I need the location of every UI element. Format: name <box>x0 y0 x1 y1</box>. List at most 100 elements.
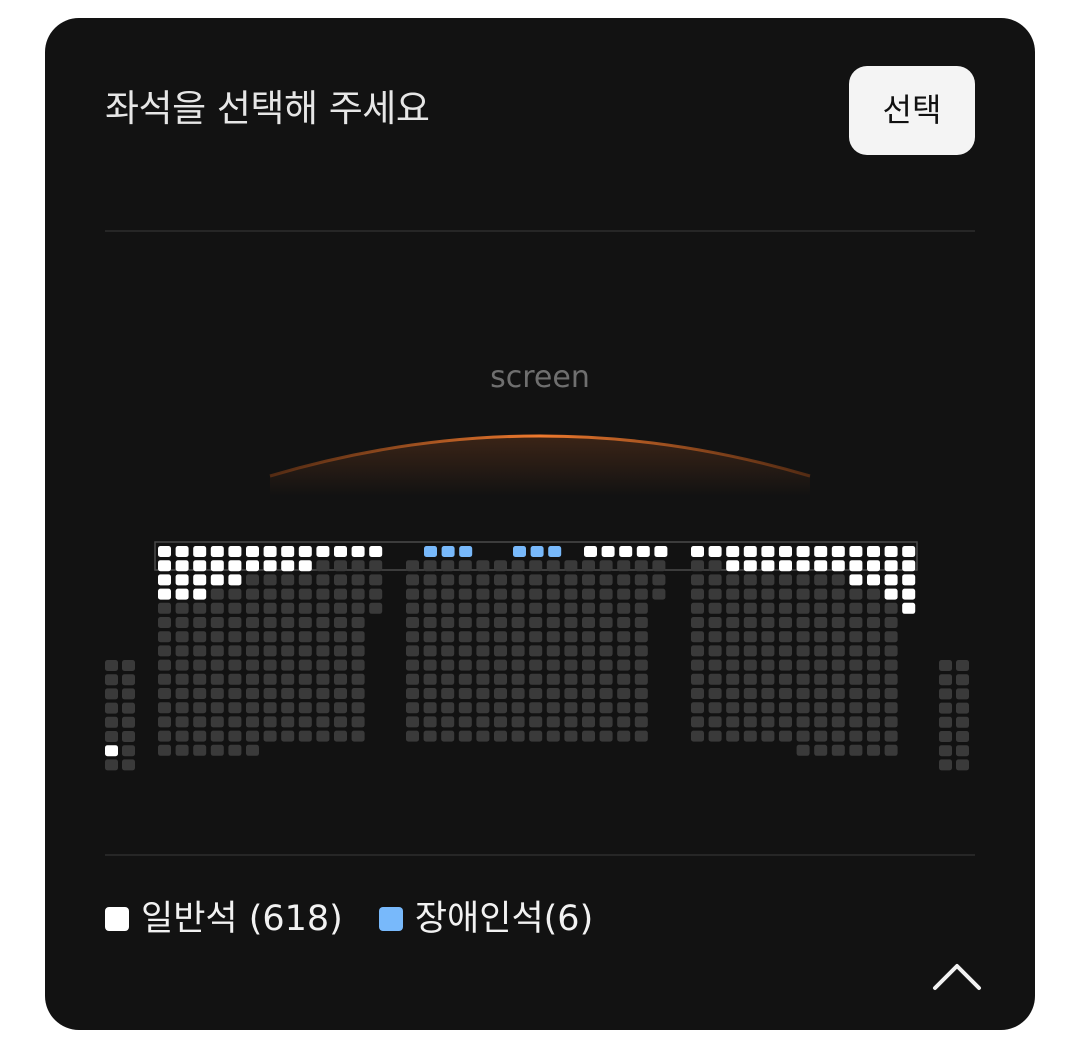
seat-available[interactable] <box>175 560 189 572</box>
seat-available[interactable] <box>884 574 898 586</box>
seat-available[interactable] <box>654 546 668 557</box>
seat-available[interactable] <box>158 574 171 586</box>
seat-available[interactable] <box>193 574 207 586</box>
seat-taken <box>743 688 757 699</box>
seat-taken <box>743 645 757 657</box>
accessible-seat-swatch <box>378 907 403 931</box>
seat-available[interactable] <box>158 546 171 557</box>
seat-available[interactable] <box>193 546 207 557</box>
seat-taken <box>158 645 171 657</box>
seat-available[interactable] <box>619 546 633 557</box>
seat-available[interactable] <box>175 588 189 600</box>
seat-taken <box>423 560 437 572</box>
seat-available[interactable] <box>726 560 740 572</box>
seat-available[interactable] <box>228 574 242 586</box>
seat-available[interactable] <box>884 546 898 557</box>
seat-available[interactable] <box>743 546 757 557</box>
seat-taken <box>761 617 775 628</box>
seat-available[interactable] <box>884 588 898 600</box>
seat-available[interactable] <box>210 574 224 586</box>
seat-available[interactable] <box>902 546 916 557</box>
seat-available[interactable] <box>849 546 863 557</box>
seat-available[interactable] <box>831 546 845 557</box>
seat-available[interactable] <box>316 546 330 557</box>
seat-available[interactable] <box>902 574 916 586</box>
seat-taken <box>369 574 383 586</box>
seat-available[interactable] <box>831 560 845 572</box>
seat-available[interactable] <box>369 546 383 557</box>
seat-taken <box>831 730 845 742</box>
seat-available[interactable] <box>175 574 189 586</box>
seat-taken <box>956 688 969 700</box>
seat-accessible[interactable] <box>530 546 544 557</box>
seat-available[interactable] <box>334 546 347 557</box>
seat-available[interactable] <box>351 546 365 557</box>
seat-taken <box>281 645 295 657</box>
seat-taken <box>546 645 560 657</box>
seat-available[interactable] <box>779 560 792 572</box>
seat-available[interactable] <box>584 546 597 557</box>
seat-available[interactable] <box>193 560 207 572</box>
seat-available[interactable] <box>814 546 828 557</box>
seat-available[interactable] <box>228 546 242 557</box>
seat-taken <box>122 688 135 700</box>
seat-available[interactable] <box>726 546 740 557</box>
seat-available[interactable] <box>849 574 863 586</box>
seat-available[interactable] <box>902 588 916 600</box>
seat-available[interactable] <box>867 574 880 586</box>
seat-available[interactable] <box>814 560 828 572</box>
seat-taken <box>814 574 828 586</box>
seat-available[interactable] <box>601 546 615 557</box>
seat-accessible[interactable] <box>441 546 455 557</box>
seat-available[interactable] <box>210 560 224 572</box>
seat-taken <box>529 631 543 643</box>
seat-available[interactable] <box>193 588 207 600</box>
seat-available[interactable] <box>228 560 242 572</box>
seat-available[interactable] <box>298 560 312 572</box>
seat-map[interactable] <box>45 18 1035 838</box>
seat-available[interactable] <box>867 546 880 557</box>
seat-accessible[interactable] <box>513 546 526 557</box>
seat-taken <box>617 631 631 643</box>
seat-taken <box>511 716 525 728</box>
chevron-up-icon[interactable] <box>929 958 985 998</box>
seat-taken <box>691 560 704 572</box>
seat-taken <box>406 574 419 586</box>
seat-available[interactable] <box>281 546 295 557</box>
seat-available[interactable] <box>263 546 277 557</box>
seat-available[interactable] <box>796 546 810 557</box>
seat-available[interactable] <box>884 560 898 572</box>
seat-taken <box>814 744 828 756</box>
seat-taken <box>334 645 347 657</box>
seat-available[interactable] <box>796 560 810 572</box>
seat-available[interactable] <box>761 546 775 557</box>
seat-taken <box>867 744 880 756</box>
seat-taken <box>369 560 383 572</box>
seat-accessible[interactable] <box>548 546 562 557</box>
seat-available[interactable] <box>263 560 277 572</box>
seat-available[interactable] <box>175 546 189 557</box>
seat-available[interactable] <box>158 560 171 572</box>
seat-available[interactable] <box>849 560 863 572</box>
seat-available[interactable] <box>867 560 880 572</box>
seat-available[interactable] <box>708 546 722 557</box>
seat-available[interactable] <box>779 546 792 557</box>
seat-accessible[interactable] <box>424 546 437 557</box>
seat-available[interactable] <box>105 745 118 757</box>
seat-taken <box>122 660 135 671</box>
seat-available[interactable] <box>158 588 171 600</box>
seat-available[interactable] <box>636 546 650 557</box>
seat-available[interactable] <box>691 546 704 557</box>
seat-available[interactable] <box>902 560 916 572</box>
seat-available[interactable] <box>761 560 775 572</box>
seat-accessible[interactable] <box>459 546 473 557</box>
seat-available[interactable] <box>210 546 224 557</box>
seat-available[interactable] <box>743 560 757 572</box>
seat-available[interactable] <box>281 560 295 572</box>
seat-available[interactable] <box>298 546 312 557</box>
seat-available[interactable] <box>902 602 916 614</box>
seat-taken <box>158 688 171 699</box>
seat-available[interactable] <box>246 560 259 572</box>
seat-taken <box>316 560 330 572</box>
seat-available[interactable] <box>246 546 259 557</box>
